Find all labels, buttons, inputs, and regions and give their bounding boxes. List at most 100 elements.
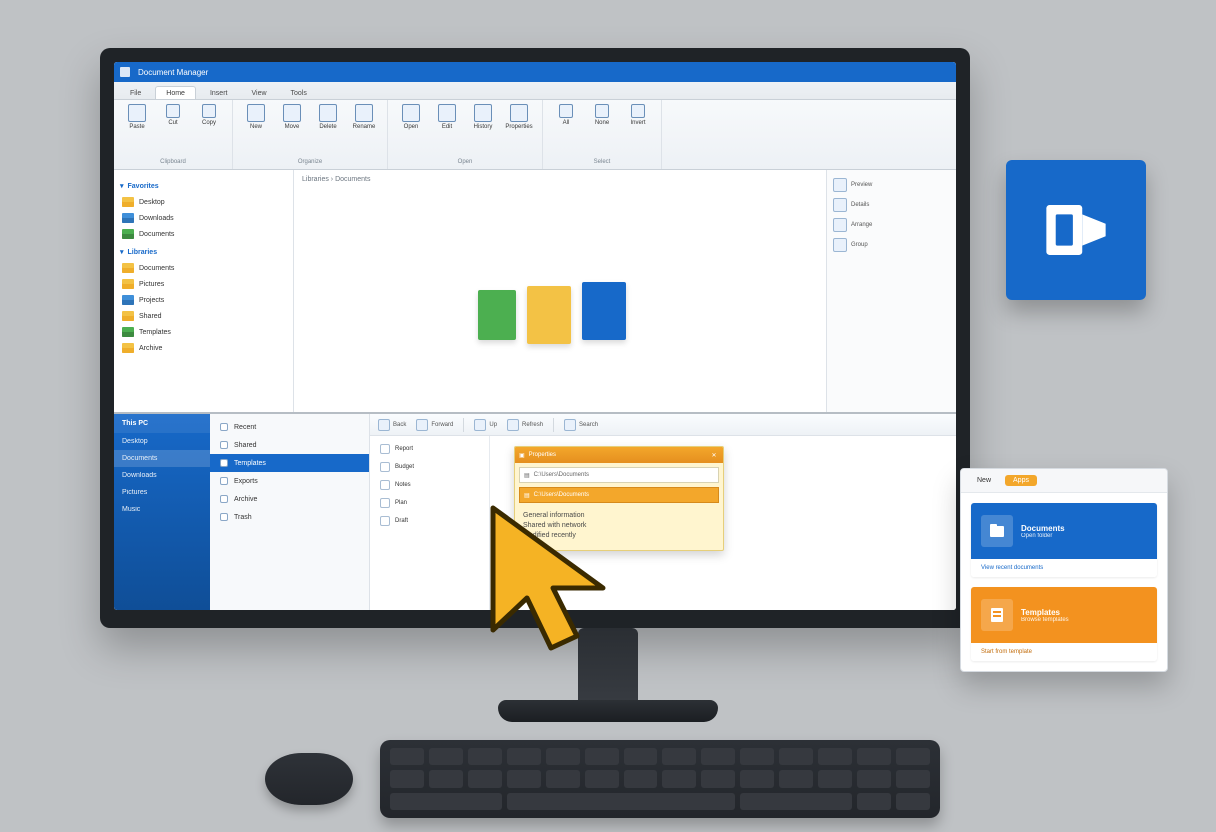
nav-item[interactable]: Documents	[118, 260, 289, 276]
popup-titlebar[interactable]: ▣ Properties ✕	[515, 447, 723, 463]
ribbon-tab-home[interactable]: Home	[155, 86, 196, 99]
nav-header-favorites[interactable]: ▾ Favorites	[120, 182, 287, 190]
ribbon-tab-tools[interactable]: Tools	[281, 87, 317, 99]
navigation-pane: ▾ Favorites Desktop Downloads Documents …	[114, 170, 294, 431]
ribbon-tabs: File Home Insert View Tools	[114, 82, 956, 100]
arrow-right-icon	[416, 419, 428, 431]
explorer-body: Report Budget Notes Plan Draft ▣ Propert…	[370, 436, 956, 610]
sidebar-item[interactable]: Music	[114, 501, 210, 518]
list-item[interactable]: Notes	[370, 476, 489, 494]
sidebar-item[interactable]: Pictures	[114, 484, 210, 501]
list-item[interactable]: Report	[370, 440, 489, 458]
nav-item-documents[interactable]: Documents	[118, 226, 289, 242]
ribbon-tab-view[interactable]: View	[241, 87, 276, 99]
explorer-center: ▣ Properties ✕ ▤ C:\Users\Documents ▤ C:…	[490, 436, 956, 610]
square-icon	[833, 198, 847, 212]
floating-panel: New Apps Documents Open folder View rece…	[960, 468, 1168, 672]
cmd-delete[interactable]: Delete	[313, 104, 343, 130]
refresh-icon	[507, 419, 519, 431]
cmd-move[interactable]: Move	[277, 104, 307, 130]
cmd-copy[interactable]: Copy	[194, 104, 224, 130]
panel-tab-apps[interactable]: Apps	[1005, 475, 1037, 486]
mid-item-selected[interactable]: Templates	[210, 454, 369, 472]
mid-item[interactable]: Shared	[210, 436, 369, 454]
cmd-rename[interactable]: Rename	[349, 104, 379, 130]
explorer-main: Back Forward Up Refresh Search Report Bu…	[370, 414, 956, 610]
bottom-window: This PC Desktop Documents Downloads Pict…	[114, 412, 956, 610]
cmd-select-all[interactable]: All	[551, 104, 581, 126]
mid-item[interactable]: Exports	[210, 472, 369, 490]
sidebar-item[interactable]: Desktop	[114, 433, 210, 450]
chevron-down-icon: ▾	[120, 248, 124, 256]
doc-icon	[582, 282, 626, 340]
explorer-mid-list: Recent Shared Templates Exports Archive …	[210, 414, 370, 610]
tool-row[interactable]: Preview	[833, 178, 950, 192]
cmd-cut[interactable]: Cut	[158, 104, 188, 130]
cmd-history[interactable]: History	[468, 104, 498, 130]
nav-item[interactable]: Projects	[118, 292, 289, 308]
list-item[interactable]: Plan	[370, 494, 489, 512]
cmd-paste[interactable]: Paste	[122, 104, 152, 130]
title-bar: Document Manager	[114, 62, 956, 82]
cmd-select-none[interactable]: None	[587, 104, 617, 126]
file-list: Report Budget Notes Plan Draft	[370, 436, 490, 610]
monitor-base	[498, 700, 718, 722]
forward-button[interactable]: Forward	[416, 419, 453, 431]
square-icon	[833, 218, 847, 232]
address-field[interactable]: ▤ C:\Users\Documents	[519, 467, 719, 483]
panel-card-templates[interactable]: Templates Browse templates Start from te…	[971, 587, 1157, 661]
nav-header-libraries[interactable]: ▾ Libraries	[120, 248, 287, 256]
sidebar-item[interactable]: Downloads	[114, 467, 210, 484]
tool-row[interactable]: Group	[833, 238, 950, 252]
up-button[interactable]: Up	[474, 419, 497, 431]
center-illustration	[494, 282, 626, 340]
tool-row[interactable]: Arrange	[833, 218, 950, 232]
template-icon	[981, 599, 1013, 631]
cmd-properties[interactable]: Properties	[504, 104, 534, 130]
panel-tab-new[interactable]: New	[969, 475, 999, 486]
cmd-new[interactable]: New	[241, 104, 271, 130]
ribbon-tab-insert[interactable]: Insert	[200, 87, 238, 99]
nav-item[interactable]: Shared	[118, 308, 289, 324]
office-logo-icon	[1037, 191, 1115, 269]
cmd-open[interactable]: Open	[396, 104, 426, 130]
app-logo-tile	[1006, 160, 1146, 300]
mid-item[interactable]: Archive	[210, 490, 369, 508]
breadcrumb[interactable]: Libraries › Documents	[302, 176, 818, 183]
ribbon-tab-file[interactable]: File	[120, 87, 151, 99]
explorer-toolbar: Back Forward Up Refresh Search	[370, 414, 956, 436]
title-text: Document Manager	[138, 68, 208, 77]
nav-item[interactable]: Archive	[118, 340, 289, 356]
nav-item-desktop[interactable]: Desktop	[118, 194, 289, 210]
close-icon[interactable]: ✕	[709, 450, 719, 460]
folder-icon	[981, 515, 1013, 547]
monitor-screen: Document Manager File Home Insert View T…	[114, 62, 956, 610]
cmd-edit[interactable]: Edit	[432, 104, 462, 130]
arrow-up-icon	[474, 419, 486, 431]
panel-card-documents[interactable]: Documents Open folder View recent docume…	[971, 503, 1157, 577]
list-item[interactable]: Draft	[370, 512, 489, 530]
back-button[interactable]: Back	[378, 419, 406, 431]
nav-item[interactable]: Templates	[118, 324, 289, 340]
mouse	[265, 753, 353, 805]
sidebar-item[interactable]: Documents	[114, 450, 210, 467]
nav-item[interactable]: Pictures	[118, 276, 289, 292]
mid-item[interactable]: Trash	[210, 508, 369, 526]
address-field-highlighted[interactable]: ▤ C:\Users\Documents	[519, 487, 719, 503]
nav-item-downloads[interactable]: Downloads	[118, 210, 289, 226]
doc-icon	[478, 290, 516, 340]
explorer-sidebar: This PC Desktop Documents Downloads Pict…	[114, 414, 210, 610]
keyboard	[380, 740, 940, 818]
ribbon-group-clipboard: Paste Cut Copy Clipboard	[114, 100, 233, 169]
search-button[interactable]: Search	[564, 419, 598, 431]
details-pane: Preview Details Arrange Group	[826, 170, 956, 431]
properties-popup: ▣ Properties ✕ ▤ C:\Users\Documents ▤ C:…	[514, 446, 724, 551]
cmd-select-invert[interactable]: Invert	[623, 104, 653, 126]
popup-body: General information Shared with network …	[515, 507, 723, 550]
popup-title: Properties	[529, 452, 556, 458]
mid-item[interactable]: Recent	[210, 418, 369, 436]
list-item[interactable]: Budget	[370, 458, 489, 476]
refresh-button[interactable]: Refresh	[507, 419, 543, 431]
folder-icon: ▣	[519, 452, 525, 459]
tool-row[interactable]: Details	[833, 198, 950, 212]
